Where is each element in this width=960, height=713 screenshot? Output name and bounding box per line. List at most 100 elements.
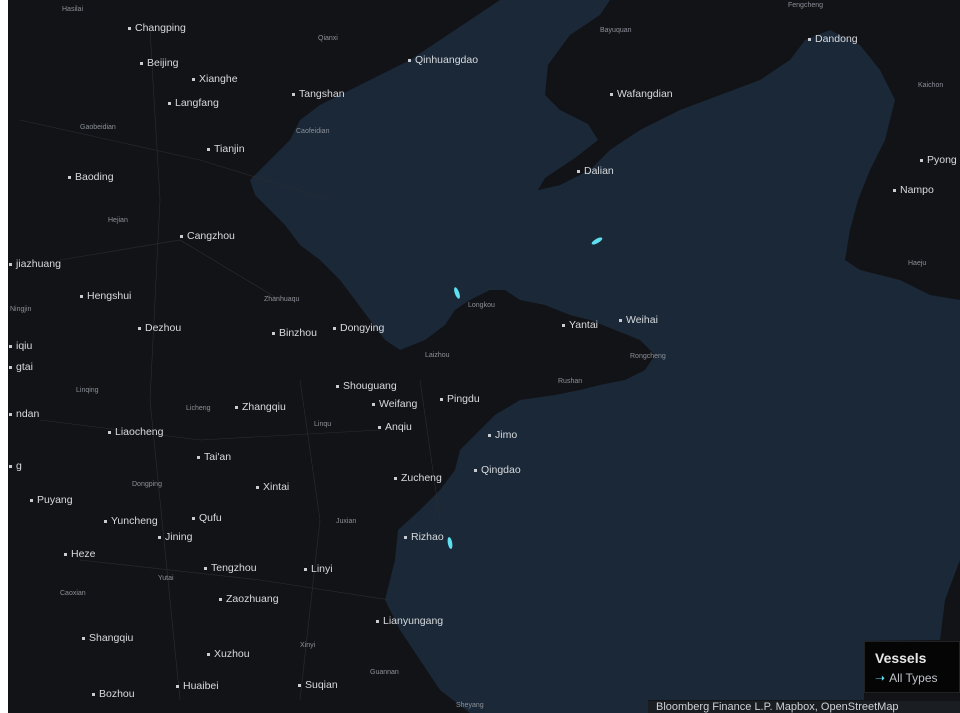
- vessels-legend[interactable]: Vessels ➝ All Types: [864, 641, 960, 693]
- place-label-dandong: Dandong: [808, 33, 858, 45]
- vessel-arrow-icon: ➝: [875, 671, 886, 685]
- place-label-puyang: Puyang: [30, 494, 73, 506]
- map-canvas[interactable]: [0, 0, 960, 713]
- city-dot-icon: [920, 158, 923, 162]
- place-label-text: Wafangdian: [617, 88, 673, 100]
- place-label-text: Nampo: [900, 184, 934, 196]
- place-label-text: Suqian: [305, 679, 338, 691]
- place-label-ndan: ndan: [9, 408, 39, 420]
- city-dot-icon: [272, 331, 275, 335]
- place-label-text: Dalian: [584, 165, 614, 177]
- place-label-hengshui: Hengshui: [80, 290, 131, 302]
- place-label-dezhou: Dezhou: [138, 322, 181, 334]
- place-label-text: Pyong: [927, 154, 957, 166]
- place-label-zucheng: Zucheng: [394, 472, 442, 484]
- place-label-text: Zhanhuaqu: [264, 296, 300, 303]
- city-dot-icon: [138, 326, 141, 330]
- city-dot-icon: [333, 326, 336, 330]
- city-dot-icon: [440, 397, 443, 401]
- place-label-text: Qingdao: [481, 464, 521, 476]
- place-label-heze: Heze: [64, 548, 96, 560]
- place-label-text: Tangshan: [299, 88, 345, 100]
- city-dot-icon: [378, 425, 381, 429]
- city-dot-icon: [207, 147, 210, 151]
- city-dot-icon: [610, 92, 613, 96]
- place-label-text: Laizhou: [425, 352, 450, 359]
- place-label-text: Licheng: [186, 405, 211, 412]
- place-label-text: Qianxi: [318, 35, 338, 42]
- city-dot-icon: [64, 552, 67, 556]
- place-label-iqiu: iqiu: [9, 340, 32, 352]
- city-dot-icon: [128, 26, 131, 30]
- place-label-xintai: Xintai: [256, 481, 289, 493]
- city-dot-icon: [192, 516, 195, 520]
- city-dot-icon: [408, 58, 411, 62]
- place-label-suqian: Suqian: [298, 679, 338, 691]
- place-label-text: Tianjin: [214, 143, 245, 155]
- place-label-qingdao: Qingdao: [474, 464, 521, 476]
- city-dot-icon: [336, 384, 339, 388]
- place-label-text: Jining: [165, 531, 193, 543]
- place-label-yutai: Yutai: [158, 573, 174, 585]
- city-dot-icon: [577, 169, 580, 173]
- place-label-text: Hasilai: [62, 6, 84, 13]
- place-label-text: Jimo: [495, 429, 518, 441]
- city-dot-icon: [9, 464, 12, 468]
- place-label-text: Sheyang: [456, 702, 484, 709]
- place-label-text: Langfang: [175, 97, 219, 109]
- city-dot-icon: [197, 455, 200, 459]
- place-label-text: Haeju: [908, 260, 927, 267]
- place-label-text: Yuncheng: [111, 515, 158, 527]
- city-dot-icon: [104, 519, 107, 523]
- place-label-text: Xuzhou: [214, 648, 250, 660]
- place-label-jining: Jining: [158, 531, 192, 543]
- place-label-lianyungang: Lianyungang: [376, 615, 443, 627]
- place-label-zaozhuang: Zaozhuang: [219, 593, 279, 605]
- place-label-text: Tengzhou: [211, 562, 257, 574]
- place-label-tangshan: Tangshan: [292, 88, 345, 100]
- place-label-nampo: Nampo: [893, 184, 934, 196]
- place-label-g: g: [9, 460, 22, 472]
- place-label-text: Bayuquan: [600, 27, 632, 34]
- place-label-changping: Changping: [128, 22, 186, 34]
- city-dot-icon: [488, 433, 491, 437]
- place-label-licheng: Licheng: [186, 403, 211, 415]
- place-label-weihai: Weihai: [619, 314, 658, 326]
- place-label-text: Ningjin: [10, 306, 32, 313]
- city-dot-icon: [92, 692, 95, 696]
- place-label-text: jiazhuang: [16, 258, 61, 270]
- place-label-kaichon: Kaichon: [918, 80, 943, 92]
- place-label-xinyi: Xinyi: [300, 640, 315, 652]
- place-label-rizhao: Rizhao: [404, 531, 444, 543]
- place-label-text: Yantai: [569, 319, 598, 331]
- place-label-zhanhuaqu: Zhanhuaqu: [264, 294, 299, 306]
- place-label-text: Xianghe: [199, 73, 238, 85]
- city-dot-icon: [808, 37, 811, 41]
- place-label-text: gtai: [16, 361, 33, 373]
- city-dot-icon: [192, 77, 195, 81]
- place-label-text: Dezhou: [145, 322, 182, 334]
- place-label-text: Shouguang: [343, 380, 397, 392]
- legend-item-all-types[interactable]: ➝ All Types: [875, 670, 949, 686]
- city-dot-icon: [404, 535, 407, 539]
- city-dot-icon: [108, 430, 111, 434]
- place-label-text: Xintai: [263, 481, 290, 493]
- place-label-text: Weifang: [379, 398, 418, 410]
- place-label-text: ndan: [16, 408, 40, 420]
- place-label-hasilai: Hasilai: [62, 4, 83, 16]
- place-label-longkou: Longkou: [468, 300, 495, 312]
- place-label-text: Cangzhou: [187, 230, 235, 242]
- place-label-text: Weihai: [626, 314, 658, 326]
- place-label-qinhuangdao: Qinhuangdao: [408, 54, 478, 66]
- city-dot-icon: [474, 468, 477, 472]
- place-label-text: Longkou: [468, 302, 495, 309]
- place-label-hejian: Hejian: [108, 215, 128, 227]
- place-label-text: Liaocheng: [115, 426, 164, 438]
- place-label-laizhou: Laizhou: [425, 350, 450, 362]
- city-dot-icon: [158, 535, 161, 539]
- city-dot-icon: [9, 365, 12, 369]
- place-label-text: Zaozhuang: [226, 593, 279, 605]
- place-label-text: Dongping: [132, 481, 162, 488]
- place-label-beijing: Beijing: [140, 57, 179, 69]
- place-label-text: Beijing: [147, 57, 179, 69]
